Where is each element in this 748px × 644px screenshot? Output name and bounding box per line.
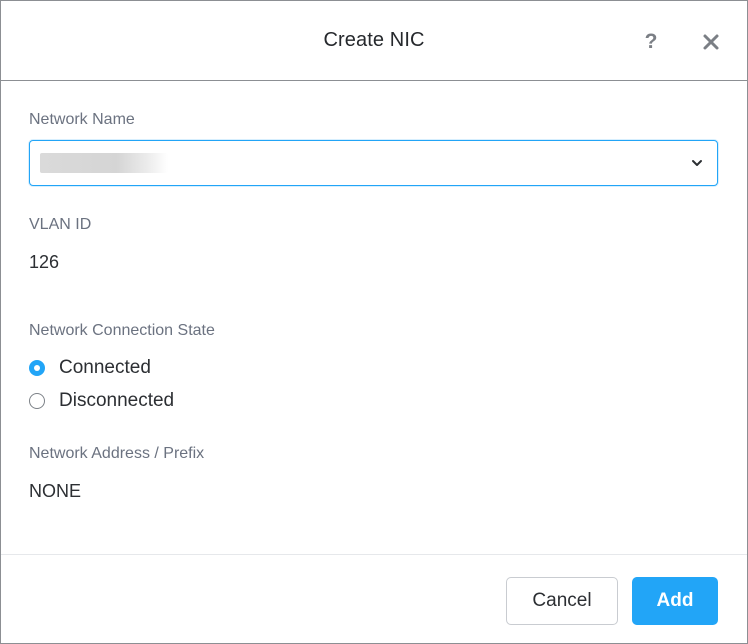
vlan-id-value: 126 — [29, 252, 60, 272]
vlan-id-label: VLAN ID — [29, 216, 92, 233]
network-address-label: Network Address / Prefix — [29, 445, 205, 462]
add-button[interactable]: Add — [632, 577, 718, 625]
close-icon[interactable] — [701, 32, 721, 52]
radio-disconnected-label: Disconnected — [59, 390, 175, 411]
network-address-value: NONE — [29, 481, 82, 501]
radio-disconnected[interactable]: Disconnected — [29, 389, 174, 413]
help-icon[interactable]: ? — [640, 30, 662, 56]
network-name-label: Network Name — [29, 111, 135, 128]
connection-state-label: Network Connection State — [29, 322, 215, 339]
dialog-title: Create NIC — [323, 29, 425, 51]
network-name-select[interactable] — [29, 140, 718, 186]
dialog-header: Create NIC ? — [1, 1, 747, 81]
chevron-down-icon — [692, 160, 702, 166]
radio-connected-label: Connected — [59, 357, 151, 378]
network-name-redacted-value — [40, 153, 168, 173]
radio-connected[interactable]: Connected — [29, 356, 151, 380]
radio-checked-icon[interactable] — [29, 360, 45, 376]
radio-unchecked-icon[interactable] — [29, 393, 45, 409]
dialog-footer: Cancel Add — [1, 554, 747, 644]
cancel-button[interactable]: Cancel — [506, 577, 618, 625]
create-nic-dialog: Create NIC ? Network Name VLAN ID 126 Ne… — [0, 0, 748, 644]
